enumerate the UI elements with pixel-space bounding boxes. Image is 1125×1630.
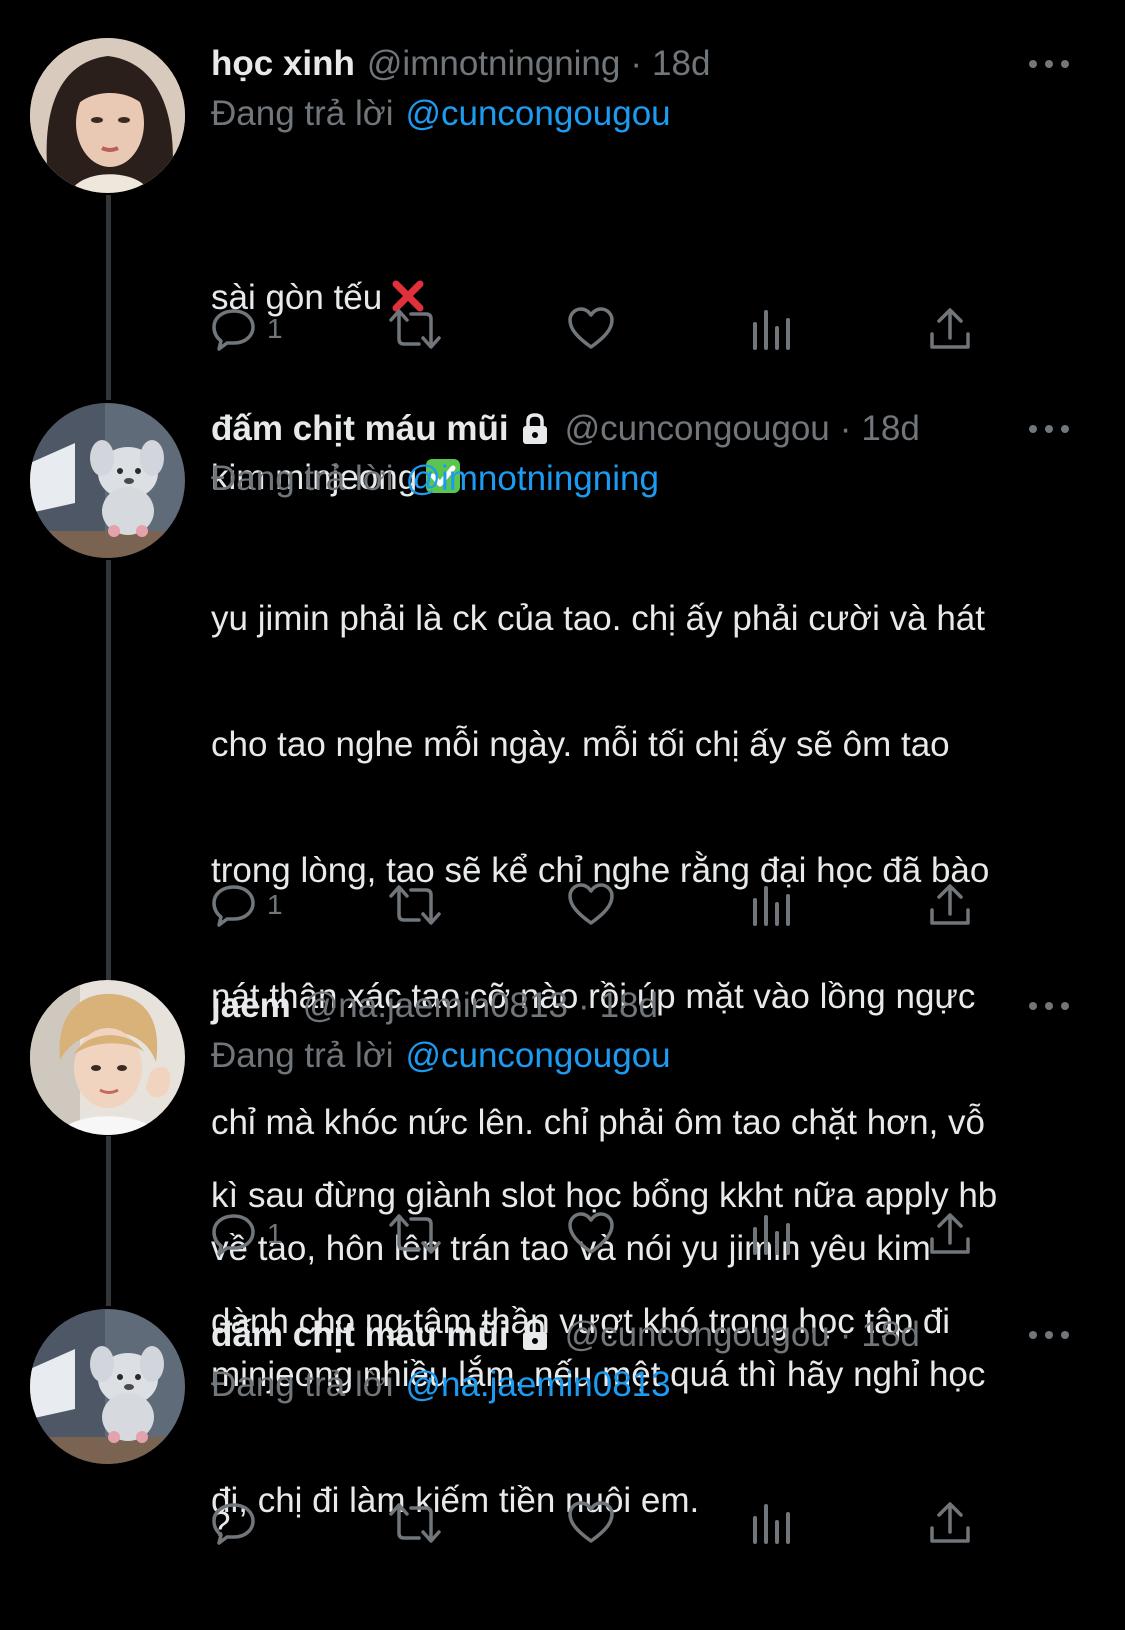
reply-icon bbox=[212, 1503, 255, 1545]
analytics-icon bbox=[753, 310, 790, 350]
user-handle[interactable]: @cuncongougou bbox=[565, 1309, 830, 1361]
timestamp[interactable]: 18d bbox=[861, 403, 919, 455]
share-button[interactable] bbox=[927, 1209, 973, 1259]
reply-button[interactable] bbox=[211, 1498, 267, 1548]
timestamp[interactable]: 18d bbox=[600, 980, 658, 1032]
like-button[interactable] bbox=[567, 1498, 615, 1548]
tweet-actions: 1 bbox=[211, 304, 991, 354]
separator-dot: · bbox=[577, 986, 590, 1025]
tweet-header: jaem @na.jaemin0813 · 18d bbox=[211, 980, 1071, 1032]
mention-link[interactable]: @cuncongougou bbox=[405, 1036, 670, 1075]
reply-icon bbox=[212, 1214, 255, 1256]
avatar[interactable] bbox=[30, 38, 185, 193]
retweet-button[interactable] bbox=[387, 1209, 443, 1259]
retweet-icon bbox=[389, 1214, 441, 1254]
mention-link[interactable]: @imnotningning bbox=[405, 459, 658, 498]
like-button[interactable] bbox=[567, 1209, 615, 1259]
retweet-icon bbox=[389, 309, 441, 349]
retweet-icon bbox=[389, 1503, 441, 1543]
avatar[interactable] bbox=[30, 1309, 185, 1464]
thread-line bbox=[106, 195, 111, 400]
share-icon bbox=[930, 1213, 970, 1254]
reply-button[interactable]: 1 bbox=[211, 304, 283, 354]
replying-to: Đang trả lời @na.jaemin0813 bbox=[211, 1361, 1071, 1409]
boy-portrait-avatar-image bbox=[30, 980, 185, 1135]
heart-icon bbox=[568, 307, 614, 349]
retweet-icon bbox=[389, 885, 441, 925]
like-button[interactable] bbox=[567, 304, 615, 354]
more-options-icon[interactable] bbox=[1027, 1323, 1071, 1347]
lock-icon bbox=[522, 1319, 547, 1350]
girl-portrait-avatar-image bbox=[30, 38, 185, 193]
plush-toy-avatar-image bbox=[30, 1309, 185, 1464]
heart-icon bbox=[568, 1212, 614, 1254]
like-button[interactable] bbox=[567, 880, 615, 930]
reply-button[interactable]: 1 bbox=[211, 1209, 283, 1259]
analytics-icon bbox=[753, 1215, 790, 1255]
heart-icon bbox=[568, 1501, 614, 1543]
share-button[interactable] bbox=[927, 1498, 973, 1548]
reply-count: 1 bbox=[267, 1218, 283, 1249]
retweet-button[interactable] bbox=[387, 1498, 443, 1548]
share-icon bbox=[930, 1502, 970, 1543]
analytics-icon bbox=[753, 886, 790, 926]
more-options-icon[interactable] bbox=[1027, 52, 1071, 76]
user-handle[interactable]: @na.jaemin0813 bbox=[303, 980, 568, 1032]
display-name[interactable]: đấm chịt máu mũi bbox=[211, 403, 509, 455]
views-button[interactable] bbox=[749, 1498, 793, 1548]
retweet-button[interactable] bbox=[387, 304, 443, 354]
mention-link[interactable]: @na.jaemin0813 bbox=[405, 1365, 670, 1404]
share-icon bbox=[930, 308, 970, 349]
display-name[interactable]: jaem bbox=[211, 980, 291, 1032]
avatar[interactable] bbox=[30, 403, 185, 558]
share-button[interactable] bbox=[927, 304, 973, 354]
thread-line bbox=[106, 1136, 111, 1306]
timestamp[interactable]: 18d bbox=[861, 1309, 919, 1361]
separator-dot: · bbox=[839, 1315, 852, 1354]
reply-button[interactable]: 1 bbox=[211, 880, 283, 930]
plush-toy-avatar-image bbox=[30, 403, 185, 558]
tweet-text-line: cho tao nghe mỗi ngày. mỗi tối chị ấy sẽ… bbox=[211, 725, 950, 764]
more-options-icon[interactable] bbox=[1027, 994, 1071, 1018]
replying-to: Đang trả lời @cuncongougou bbox=[211, 1032, 1071, 1080]
retweet-button[interactable] bbox=[387, 880, 443, 930]
display-name[interactable]: đấm chịt máu mũi bbox=[211, 1309, 509, 1361]
thread-line bbox=[106, 560, 111, 980]
replying-to: Đang trả lời @imnotningning bbox=[211, 455, 1071, 503]
replying-to: Đang trả lời @cuncongougou bbox=[211, 90, 1071, 138]
reply-icon bbox=[212, 885, 255, 927]
views-button[interactable] bbox=[749, 1209, 793, 1259]
reply-icon bbox=[212, 309, 255, 351]
timestamp[interactable]: 18d bbox=[652, 38, 710, 90]
reply-count: 1 bbox=[267, 889, 283, 920]
display-name[interactable]: học xinh bbox=[211, 38, 355, 90]
tweet-actions: 1 bbox=[211, 880, 991, 930]
more-options-icon[interactable] bbox=[1027, 417, 1071, 441]
share-button[interactable] bbox=[927, 880, 973, 930]
replying-to-label: Đang trả lời bbox=[211, 459, 394, 498]
tweet-header: đấm chịt máu mũi @cuncongougou · 18d bbox=[211, 403, 1071, 455]
tweet-actions: 1 bbox=[211, 1209, 991, 1259]
replying-to-label: Đang trả lời bbox=[211, 94, 394, 133]
share-icon bbox=[930, 884, 970, 925]
reply-count: 1 bbox=[267, 313, 283, 344]
tweet-header: đấm chịt máu mũi @cuncongougou · 18d bbox=[211, 1309, 1071, 1361]
mention-link[interactable]: @cuncongougou bbox=[405, 94, 670, 133]
replying-to-label: Đang trả lời bbox=[211, 1365, 394, 1404]
lock-icon bbox=[522, 413, 547, 444]
views-button[interactable] bbox=[749, 304, 793, 354]
user-handle[interactable]: @imnotningning bbox=[367, 38, 620, 90]
replying-to-label: Đang trả lời bbox=[211, 1036, 394, 1075]
tweet-header: học xinh @imnotningning · 18d bbox=[211, 38, 1071, 90]
separator-dot: · bbox=[630, 44, 643, 83]
separator-dot: · bbox=[839, 409, 852, 448]
tweet-text-line: yu jimin phải là ck của tao. chị ấy phải… bbox=[211, 599, 985, 638]
user-handle[interactable]: @cuncongougou bbox=[565, 403, 830, 455]
analytics-icon bbox=[753, 1504, 790, 1544]
heart-icon bbox=[568, 883, 614, 925]
avatar[interactable] bbox=[30, 980, 185, 1135]
tweet-actions bbox=[211, 1498, 991, 1548]
views-button[interactable] bbox=[749, 880, 793, 930]
